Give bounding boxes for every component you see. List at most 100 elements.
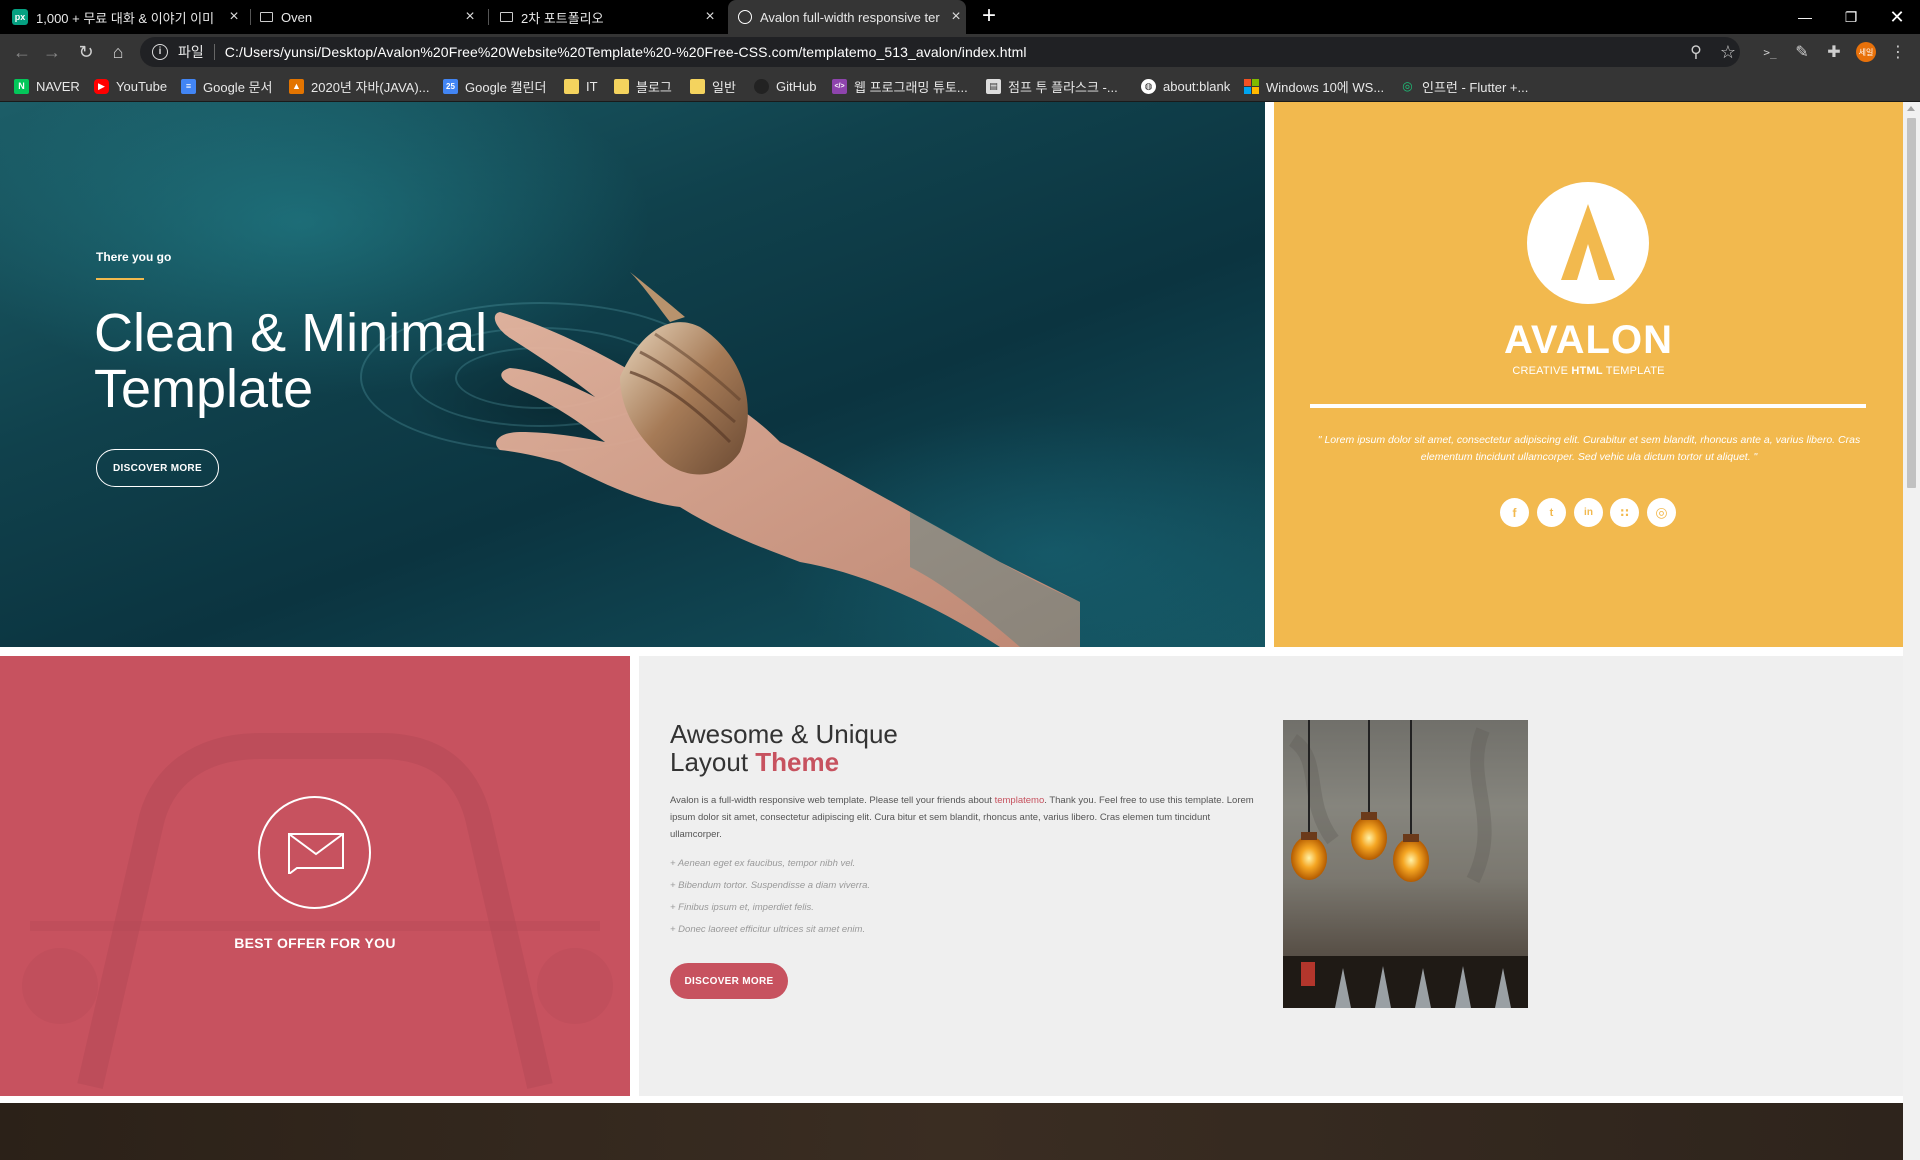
paragraph-text: Avalon is a full-width responsive web te… [670,795,995,806]
scroll-up-arrow[interactable] [1907,106,1915,111]
reload-button[interactable]: ↻ [72,38,100,66]
templatemo-link[interactable]: templatemo [995,795,1045,806]
bookmark-label: about:blank [1163,78,1231,94]
address-url[interactable]: C:/Users/yunsi/Desktop/Avalon%20Free%20W… [225,44,1027,60]
tab-label: 1,000 + 무료 대화 & 이야기 이미 [36,10,215,26]
lamps-illustration [1283,720,1528,1008]
px-icon: px [12,9,28,25]
tab-portfolio[interactable]: 2차 포트폴리오 × [500,0,720,34]
feature-item: + Aenean eget ex faucibus, tempor nibh v… [670,858,856,869]
bookmark-web-programming[interactable]: </> 웹 프로그래밍 튜토... [832,77,968,95]
tab-label: 2차 포트폴리오 [521,10,604,26]
avalon-logo[interactable] [1527,182,1649,304]
hero-discover-more-button[interactable]: DISCOVER MORE [96,449,219,487]
tab-oven[interactable]: Oven × [260,0,480,34]
brand-divider [1310,404,1866,408]
bookmark-about-blank[interactable]: ◍ about:blank [1141,77,1230,95]
close-icon[interactable]: × [224,8,244,26]
page-viewport[interactable]: There you go Clean & Minimal Template DI… [0,102,1920,1160]
dribbble-icon[interactable]: ◎ [1647,498,1676,527]
home-button[interactable]: ⌂ [104,38,132,66]
book-icon: ▤ [986,78,1001,94]
avatar[interactable]: 세일 [1854,40,1878,64]
bookmark-google-calendar[interactable]: 25 Google 캘린더 [443,77,546,95]
tagline-part: CREATIVE [1512,365,1572,377]
bookmark-folder-general[interactable]: 일반 [690,77,736,95]
tab-pexels[interactable]: px 1,000 + 무료 대화 & 이야기 이미 × [12,0,244,34]
heading-plain: Layout [670,747,756,777]
tagline-part: TEMPLATE [1602,365,1665,377]
rss-icon[interactable]: ∷ [1610,498,1639,527]
page-icon [260,12,273,22]
back-button[interactable]: ← [8,38,36,66]
close-icon[interactable]: × [460,8,480,26]
mail-icon-circle [258,796,371,909]
linkedin-icon[interactable]: in [1574,498,1603,527]
tab-separator [250,9,251,25]
about-paragraph: Avalon is a full-width responsive web te… [670,792,1258,843]
tab-bar: px 1,000 + 무료 대화 & 이야기 이미 × Oven × 2차 포트… [0,0,1920,34]
address-bar[interactable]: i 파일 C:/Users/yunsi/Desktop/Avalon%20Fre… [140,37,1740,67]
about-heading-line2: Layout Theme [670,748,839,776]
bookmark-inflearn[interactable]: ◎ 인프런 - Flutter +... [1400,77,1528,95]
bookmark-windows-wsl[interactable]: Windows 10에 WS... [1244,77,1384,95]
folder-icon [564,78,579,94]
close-icon[interactable]: × [946,8,966,26]
bookmark-naver[interactable]: N NAVER [14,77,80,95]
windows-icon [1244,78,1259,94]
zoom-icon[interactable]: ⚲ [1684,40,1708,64]
puzzle-icon[interactable]: ✚ [1822,40,1846,64]
brand-quote: " Lorem ipsum dolor sit amet, consectetu… [1317,434,1861,463]
avatar-label: 세일 [1856,42,1876,62]
browser-toolbar: ← → ↻ ⌂ i 파일 C:/Users/yunsi/Desktop/Aval… [0,34,1920,70]
window-close-button[interactable]: ✕ [1874,0,1920,34]
minimize-button[interactable]: — [1782,0,1828,34]
scrollbar[interactable] [1903,102,1920,1160]
tagline-bold: HTML [1571,365,1603,377]
bookmark-folder-it[interactable]: IT [564,77,598,95]
globe-icon: ◍ [1141,78,1156,94]
scrollbar-thumb[interactable] [1907,118,1916,488]
bookmark-youtube[interactable]: ▶ YouTube [94,77,167,95]
tab-avalon[interactable]: Avalon full-width responsive ter × [728,0,966,34]
forward-button[interactable]: → [38,38,66,66]
bookmark-label: 점프 투 플라스크 -... [1008,79,1118,95]
feature-item: + Bibendum tortor. Suspendisse a diam vi… [670,880,871,891]
bookmark-google-docs[interactable]: ≡ Google 문서 [181,77,272,95]
info-icon[interactable]: i [152,44,168,60]
mail-icon [288,833,344,874]
naver-icon: N [14,78,29,94]
bookmark-label: Google 문서 [203,79,273,95]
bookmark-label: GitHub [776,78,817,94]
offer-panel: BEST OFFER FOR YOU [0,656,630,1096]
star-icon[interactable]: ☆ [1716,40,1740,64]
bookmark-folder-blog[interactable]: 블로그 [614,77,672,95]
lamps-image [1283,720,1528,1008]
bookmark-github[interactable]: GitHub [754,77,816,95]
pen-icon[interactable]: ✎ [1790,40,1814,64]
inflearn-icon: ◎ [1402,79,1413,93]
new-tab-button[interactable]: + [976,4,1002,30]
feature-item: + Donec laoreet efficitur ultrices sit a… [670,924,866,935]
tab-label: Avalon full-width responsive ter [760,9,940,25]
close-icon[interactable]: × [700,8,720,26]
bookmark-java[interactable]: ▲ 2020년 자바(JAVA)... [289,77,430,95]
twitter-icon[interactable]: t [1537,498,1566,527]
terminal-icon[interactable]: >_ [1758,40,1782,64]
hero-kicker: There you go [96,250,172,264]
bookmark-label: 일반 [712,79,736,95]
next-section-preview [0,1103,1903,1160]
tab-label: Oven [281,9,313,25]
calendar-icon: 25 [443,78,458,94]
bookmark-label: 인프런 - Flutter +... [1422,79,1529,95]
avalon-logo-mark [1561,204,1615,280]
menu-icon[interactable]: ⋮ [1886,40,1910,64]
code-icon: </> [832,78,847,94]
folder-icon [614,78,629,94]
bookmark-label: Windows 10에 WS... [1266,79,1385,95]
bookmark-jump-to-flask[interactable]: ▤ 점프 투 플라스크 -... [986,77,1118,95]
bookmark-label: IT [586,78,598,94]
about-discover-more-button[interactable]: DISCOVER MORE [670,963,788,999]
restore-button[interactable]: ❐ [1828,0,1874,34]
facebook-icon[interactable]: f [1500,498,1529,527]
